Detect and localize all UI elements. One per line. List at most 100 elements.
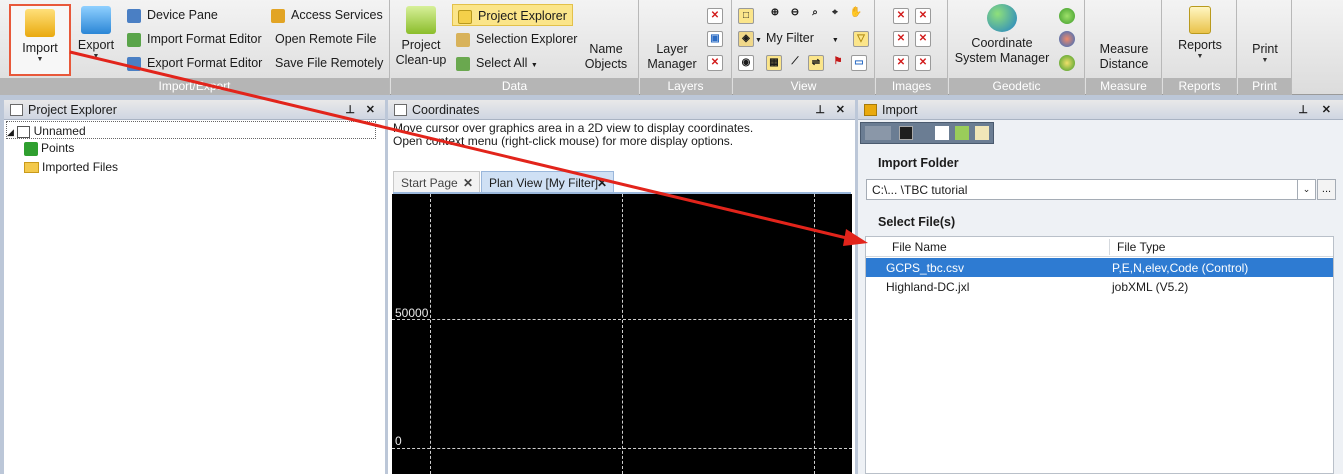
plane-icon[interactable]: ⇌ xyxy=(808,55,824,71)
tab-start-page[interactable]: Start Page ✕ xyxy=(393,171,480,193)
close-icon[interactable]: ✕ xyxy=(707,8,723,24)
preview-icon[interactable] xyxy=(935,126,949,140)
open-remote-file-button[interactable]: Open Remote File xyxy=(275,28,376,50)
globe-small-icon[interactable] xyxy=(1059,31,1075,47)
group-label: Print xyxy=(1238,78,1291,95)
name-objects-button[interactable]: Name Objects xyxy=(581,42,631,72)
group-print: Print ▼ Print xyxy=(1238,0,1292,95)
import-titlebar: Import ⊥ ✕ xyxy=(858,100,1343,120)
export-button[interactable]: Export ▼ xyxy=(74,6,118,61)
table-row[interactable]: GCPS_tbc.csv P,E,N,elev,Code (Control) xyxy=(866,258,1333,277)
format-editor-icon xyxy=(127,32,141,47)
layer-icon[interactable]: ▣ xyxy=(707,31,723,47)
graph-icon[interactable]: ⟋ xyxy=(787,55,803,71)
filter-select[interactable]: ▼ My Filter ▼ xyxy=(755,27,850,49)
tree-root[interactable]: ◢ Unnamed xyxy=(6,121,376,139)
import-folder-combo[interactable]: C:\... \TBC tutorial ⌄ xyxy=(866,179,1316,200)
close-icon[interactable]: ✕ xyxy=(915,55,931,71)
chevron-down-icon[interactable]: ⌄ xyxy=(1297,180,1315,199)
project-cleanup-button[interactable]: Project Clean-up xyxy=(395,6,447,68)
column-header-file-type[interactable]: File Type xyxy=(1117,240,1165,254)
close-icon[interactable]: ✕ xyxy=(597,172,607,194)
close-icon[interactable]: ✕ xyxy=(366,100,375,120)
chevron-down-icon: ▼ xyxy=(36,56,44,63)
chevron-down-icon: ▼ xyxy=(1196,53,1204,60)
zoom-extents-icon[interactable]: ⌖ xyxy=(827,6,843,22)
device-pane-button[interactable]: Device Pane xyxy=(127,4,218,26)
pin-icon[interactable]: ⊥ xyxy=(815,100,825,120)
flag-icon[interactable]: ⚑ xyxy=(830,55,846,71)
filter-icon[interactable]: ▽ xyxy=(853,31,869,47)
group-label: Import/Export xyxy=(0,78,389,95)
import-format-editor-button[interactable]: Import Format Editor xyxy=(127,28,262,50)
chevron-down-icon: ▼ xyxy=(755,37,762,44)
globe-small-icon[interactable] xyxy=(1059,8,1075,24)
grid-icon[interactable]: ▦ xyxy=(766,55,782,71)
tree-item-imported-files[interactable]: Imported Files xyxy=(24,158,118,176)
close-icon[interactable]: ✕ xyxy=(915,31,931,47)
table-row[interactable]: Highland-DC.jxl jobXML (V5.2) xyxy=(866,277,1333,296)
measure-distance-button[interactable]: Measure Distance xyxy=(1090,42,1158,72)
selection-explorer-button[interactable]: Selection Explorer xyxy=(456,28,577,50)
grid-line xyxy=(392,448,852,449)
pin-icon[interactable]: ⊥ xyxy=(345,100,355,120)
window-icon[interactable]: ▭ xyxy=(851,55,867,71)
project-explorer-button[interactable]: Project Explorer xyxy=(452,4,573,26)
cleanup-icon xyxy=(406,6,436,34)
close-icon[interactable]: ✕ xyxy=(707,55,723,71)
globe-small-icon[interactable] xyxy=(1059,55,1075,71)
close-icon[interactable]: ✕ xyxy=(1322,100,1331,120)
grid-line xyxy=(430,194,431,474)
layer-manager-button[interactable]: Layer Manager xyxy=(644,42,700,72)
coordinate-system-manager-button[interactable]: Coordinate System Manager xyxy=(953,4,1051,66)
document-icon[interactable] xyxy=(975,126,989,140)
import-panel: Import ⊥ ✕ Import Folder C:\... \TBC tut… xyxy=(858,100,1343,474)
plan-view-canvas[interactable]: 50000 0 xyxy=(392,194,852,474)
ribbon: Import ▼ Export ▼ Device Pane Import For… xyxy=(0,0,1343,95)
view-box-icon[interactable]: □ xyxy=(738,8,754,24)
device-icon xyxy=(127,8,141,23)
project-explorer-titlebar: Project Explorer ⊥ ✕ xyxy=(4,100,385,120)
import-icon xyxy=(25,9,55,37)
zoom-window-icon[interactable]: ⌕ xyxy=(807,6,823,22)
close-icon[interactable]: ✕ xyxy=(893,31,909,47)
close-icon[interactable]: ✕ xyxy=(836,100,845,120)
pin-icon[interactable]: ⊥ xyxy=(1298,100,1308,120)
close-icon[interactable]: ✕ xyxy=(893,8,909,24)
globe-icon xyxy=(987,4,1017,32)
coordinates-message-2: Open context menu (right-click mouse) fo… xyxy=(393,134,734,148)
pan-icon[interactable]: ✋ xyxy=(848,6,864,22)
zoom-in-icon[interactable]: ⊕ xyxy=(767,6,783,22)
group-label: Images xyxy=(876,78,947,95)
reports-button[interactable]: Reports ▼ xyxy=(1169,6,1231,61)
save-file-remotely-button[interactable]: Save File Remotely xyxy=(275,52,383,74)
close-icon[interactable]: ✕ xyxy=(893,55,909,71)
grid-line xyxy=(392,319,852,320)
zoom-out-icon[interactable]: ⊖ xyxy=(787,6,803,22)
tab-plan-view[interactable]: Plan View [My Filter] ✕ xyxy=(481,171,614,193)
project-explorer-icon xyxy=(458,9,472,24)
chevron-down-icon: ▼ xyxy=(831,37,839,44)
export-format-editor-button[interactable]: Export Format Editor xyxy=(127,52,262,74)
column-header-file-name[interactable]: File Name xyxy=(892,240,947,254)
select-all-button[interactable]: Select All ▼ xyxy=(456,52,538,74)
print-button[interactable]: Print ▼ xyxy=(1242,42,1288,65)
group-view: □ ⊕ ⊖ ⌕ ⌖ ✋ ◈ ▼ My Filter ▼ ▽ ◉ ▦ ⟋ ⇌ ⚑ ▭ … xyxy=(733,0,875,95)
terminal-icon[interactable] xyxy=(899,126,913,140)
view-options-icon[interactable]: ◈ xyxy=(738,31,754,47)
close-icon[interactable]: ✕ xyxy=(915,8,931,24)
import-icon xyxy=(864,104,877,116)
services-icon xyxy=(271,8,285,23)
tree-item-points[interactable]: Points xyxy=(24,139,74,157)
chevron-down-icon: ▼ xyxy=(530,62,538,69)
group-label: Measure xyxy=(1086,78,1161,95)
image-icon[interactable] xyxy=(955,126,969,140)
access-services-button[interactable]: Access Services xyxy=(271,4,383,26)
import-button[interactable]: Import ▼ xyxy=(9,4,71,76)
grid-label-50000: 50000 xyxy=(395,306,429,320)
browse-button[interactable]: ... xyxy=(1317,179,1336,200)
toolbar-icon[interactable] xyxy=(865,126,891,140)
close-icon[interactable]: ✕ xyxy=(463,172,473,194)
group-label: Layers xyxy=(640,78,731,95)
view-2d-icon[interactable]: ◉ xyxy=(738,55,754,71)
